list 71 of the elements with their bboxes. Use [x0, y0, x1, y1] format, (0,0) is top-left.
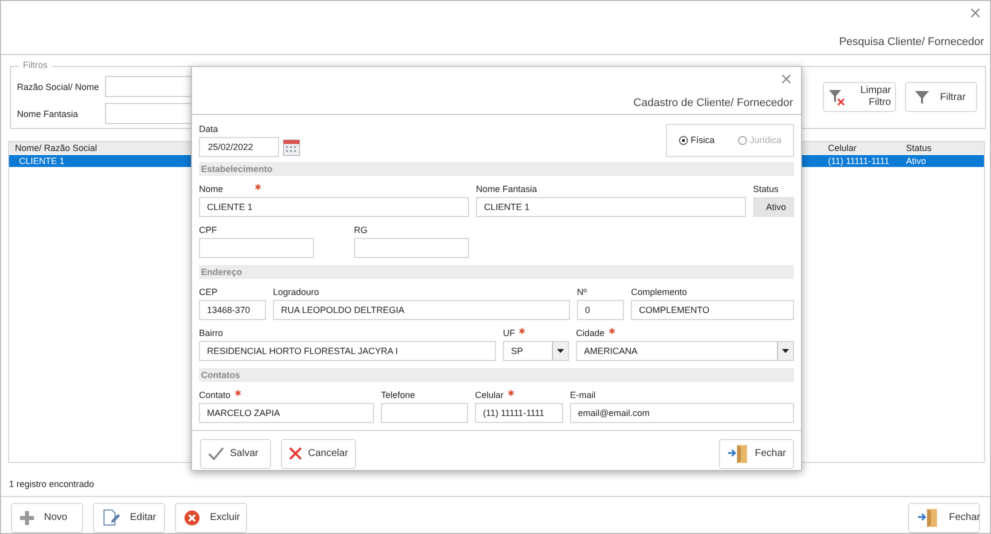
input-field[interactable]: 13468-370 — [199, 300, 266, 320]
input-field[interactable] — [199, 238, 314, 258]
input-field[interactable]: CLIENTE 1 — [199, 196, 469, 217]
calendar-icon[interactable] — [283, 138, 300, 156]
field-label: CPF — [199, 224, 217, 236]
window-title: Pesquisa Cliente/ Fornecedor — [839, 36, 985, 50]
input-field[interactable]: (11) 11111-1111 — [475, 402, 563, 423]
dropdown-field[interactable]: AMERICANA — [576, 340, 794, 361]
clear-filter-button[interactable]: Limpar Filtro — [823, 82, 896, 112]
input-field[interactable] — [381, 402, 468, 423]
plus-icon — [20, 510, 34, 525]
field-label: Complemento — [631, 286, 688, 298]
save-button[interactable]: Salvar — [200, 438, 271, 469]
edit-button[interactable]: Editar — [93, 502, 165, 533]
field-label: Logradouro — [273, 286, 320, 298]
input-field[interactable]: RESIDENCIAL HORTO FLORESTAL JACYRA I — [199, 340, 496, 361]
input-field[interactable]: MARCELO ZAPIA — [199, 402, 374, 423]
field-label: Nome Fantasia — [476, 182, 538, 195]
group-legend: Filtros — [19, 60, 52, 70]
section-header: Endereço — [199, 264, 794, 279]
field-label: Bairro — [199, 326, 224, 339]
radio-button[interactable]: Física — [678, 135, 715, 146]
field-label: CEP — [199, 286, 218, 298]
field-label: E-mail — [570, 388, 596, 401]
cancel-button[interactable]: Cancelar — [281, 438, 356, 469]
close-button[interactable]: × — [968, 5, 982, 21]
column-header: Status — [906, 142, 932, 154]
field-label: Celular — [475, 388, 504, 401]
field-label: Razão Social/ Nome — [17, 82, 100, 92]
check-icon — [208, 446, 224, 461]
section-header: Estabelecimento — [199, 162, 794, 176]
filter-button[interactable]: Filtrar — [905, 82, 977, 112]
funnel-icon — [914, 89, 930, 106]
field-label: RG — [354, 224, 368, 236]
close-button[interactable]: × — [780, 71, 793, 87]
date-field[interactable]: 25/02/2022 — [199, 136, 279, 157]
delete-button[interactable]: Excluir — [175, 502, 247, 533]
add-button[interactable]: Novo — [11, 502, 83, 533]
table-cell: (11) 11111-1111 — [828, 155, 890, 168]
table-cell-text: CLIENTE 1 — [18, 155, 65, 168]
exit-door-icon — [726, 444, 749, 464]
input-field[interactable]: COMPLEMENTO — [631, 300, 794, 320]
delete-icon — [184, 510, 200, 526]
column-header: Celular — [828, 142, 857, 154]
input-field[interactable]: CLIENTE 1 — [476, 196, 746, 217]
exit-door-icon — [917, 508, 939, 528]
field-label: Contato — [199, 388, 231, 401]
edit-icon — [102, 508, 120, 527]
dialog-title: Cadastro de Cliente/ Fornecedor — [633, 96, 794, 111]
field-label: Telefone — [381, 388, 416, 401]
field-label: Status — [753, 182, 779, 195]
field-label: UF — [503, 326, 515, 339]
table-cell: Ativo — [906, 155, 926, 168]
field-label: Nome Fantasia — [17, 108, 80, 119]
field-label: Nome — [199, 182, 224, 195]
status-field: Ativo — [753, 196, 794, 217]
field-label: Nº — [577, 286, 587, 298]
status-text: 1 registro encontrado — [9, 479, 96, 491]
dropdown-field[interactable]: SP — [503, 340, 569, 361]
section-header: Contatos — [199, 368, 794, 382]
input-field[interactable]: 0 — [577, 300, 624, 320]
field-label: Cidade — [576, 326, 605, 339]
close-button[interactable]: Fechar — [718, 438, 794, 469]
column-header: Nome/ Razão Social — [15, 142, 98, 154]
funnel-icon — [828, 88, 846, 106]
close-button[interactable]: Fechar — [908, 502, 980, 533]
cross-icon — [289, 447, 302, 460]
input-field[interactable]: RUA LEOPOLDO DELTREGIA — [273, 300, 570, 320]
field-label: Data — [199, 122, 220, 135]
input-field[interactable]: email@email.com — [570, 402, 794, 423]
input-field[interactable] — [354, 238, 469, 258]
